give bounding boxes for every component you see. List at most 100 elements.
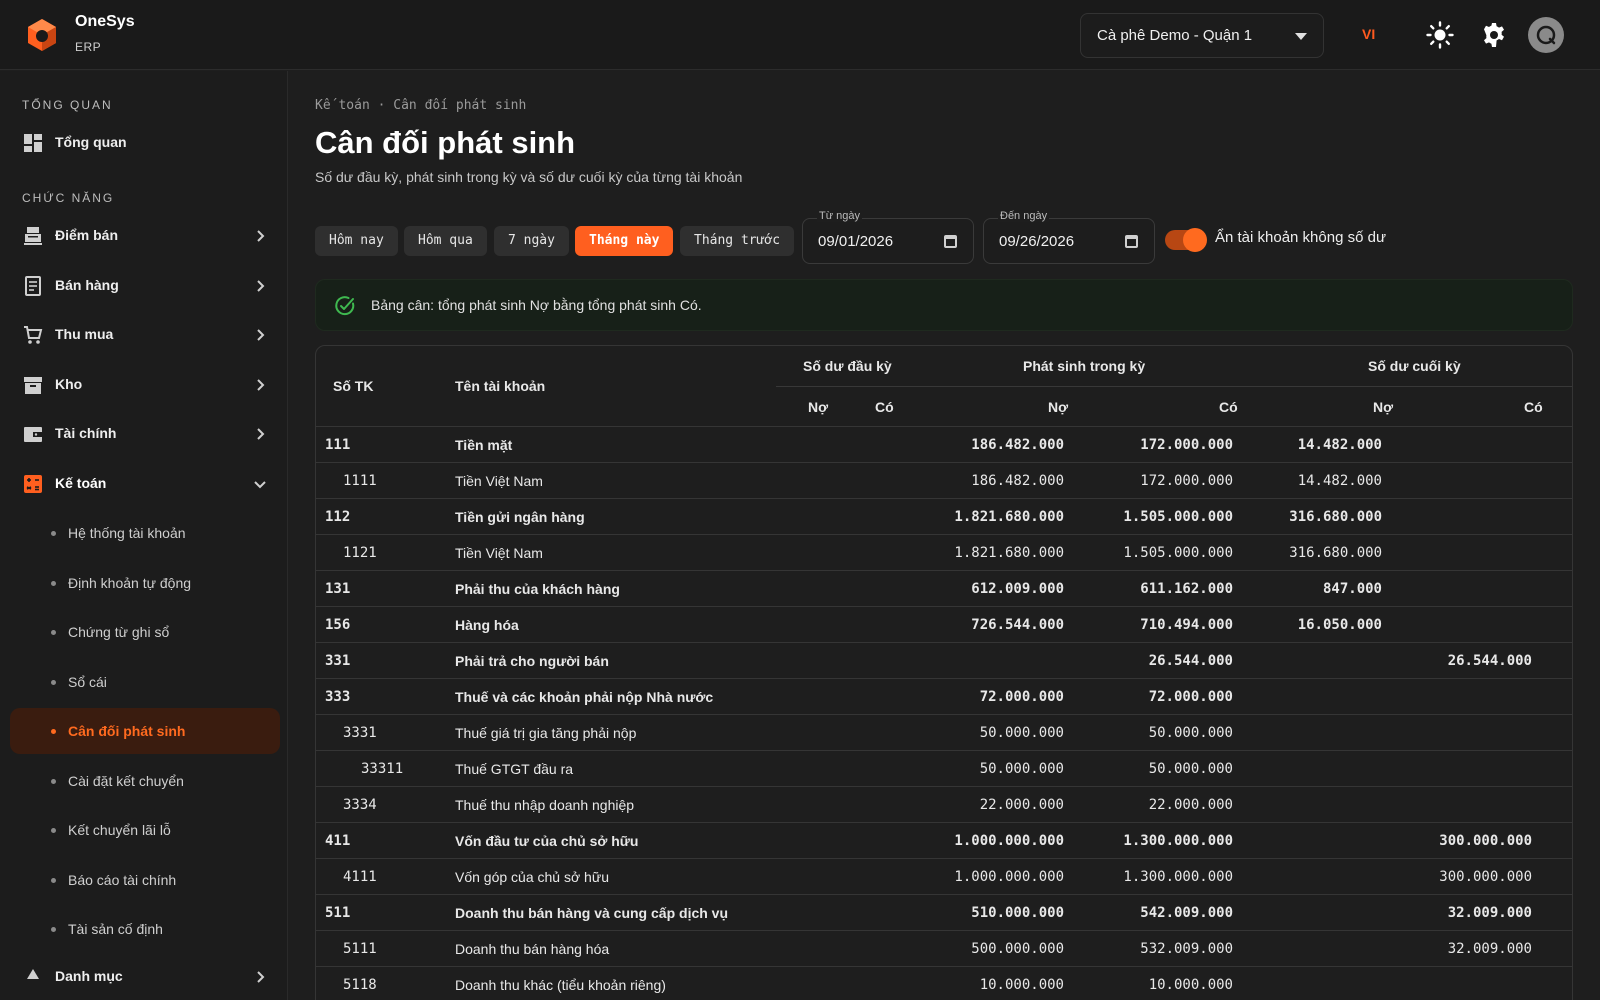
sidebar-subitem-vouchers[interactable]: Chứng từ ghi sổ [10, 609, 280, 655]
sidebar-subitem-label: Định khoản tự động [68, 575, 192, 591]
cell-account-name: Thuế giá trị gia tăng phải nộp [455, 725, 637, 741]
sidebar-item-purchasing[interactable]: Thu mua [10, 313, 280, 357]
cell-cc: 300.000.000 [1439, 833, 1532, 849]
sidebar-subitem-fixed-assets[interactable]: Tài sản cố định [10, 906, 280, 952]
table-row[interactable]: 5118 Doanh thu khác (tiểu khoản riêng) 10.… [316, 966, 1572, 1000]
calendar-icon[interactable] [944, 235, 957, 248]
pos-icon [24, 227, 42, 245]
cell-pc: 172.000.000 [1140, 437, 1233, 453]
cell-pd: 500.000.000 [971, 941, 1064, 957]
table-row[interactable]: 3331 Thuế giá trị gia tăng phải nộp 50.000… [316, 714, 1572, 750]
cell-cd: 316.680.000 [1289, 545, 1382, 561]
cell-pd: 1.000.000.000 [954, 833, 1064, 849]
sidebar-item-label: Tổng quan [55, 134, 127, 150]
sidebar-subitem-label: Cài đặt kết chuyển [68, 773, 184, 789]
table-row[interactable]: 411 Vốn đầu tư của chủ sở hữu 1.000.000.00… [316, 822, 1572, 858]
bullet-icon [51, 680, 56, 685]
sidebar-subitem-chart-of-accounts[interactable]: Hệ thống tài khoản [10, 510, 280, 556]
sidebar-section-functions: CHỨC NĂNG [22, 191, 115, 205]
col-header-opening: Số dư đầu kỳ [803, 358, 892, 374]
language-switch[interactable]: VI [1362, 26, 1375, 42]
sidebar-item-sales[interactable]: Bán hàng [10, 264, 280, 308]
cell-pd: 1.821.680.000 [954, 509, 1064, 525]
filter-chip-7-days[interactable]: 7 ngày [494, 226, 569, 256]
col-header-account-no: Số TK [333, 378, 374, 394]
sidebar-subitem-label: Kết chuyển lãi lỗ [68, 822, 171, 838]
table-row[interactable]: 112 Tiền gửi ngân hàng 1.821.680.000 1.505.… [316, 498, 1572, 534]
col-header-period: Phát sinh trong kỳ [1023, 358, 1146, 374]
cell-account-no: 1121 [343, 545, 377, 561]
from-date-label: Từ ngày [817, 210, 862, 222]
cell-account-name: Doanh thu bán hàng hóa [455, 941, 610, 957]
cell-account-name: Thuế và các khoản phải nộp Nhà nước [455, 689, 714, 705]
filter-chip-last-month[interactable]: Tháng trước [680, 226, 795, 256]
table-row[interactable]: 33311 Thuế GTGT đầu ra 50.000.000 50.000.00… [316, 750, 1572, 786]
table-row[interactable]: 156 Hàng hóa 726.544.000 710.494.000 16.050.… [316, 606, 1572, 642]
main-content: Kế toán · Cân đối phát sinh Cân đối phát… [289, 71, 1600, 1000]
col-header-opening-credit: Có [875, 399, 894, 415]
col-header-period-debit: Nợ [1048, 399, 1069, 415]
filter-chip-this-month[interactable]: Tháng này [575, 226, 674, 256]
sidebar-subitem-closing-settings[interactable]: Cài đặt kết chuyển [10, 758, 280, 804]
table-row[interactable]: 1111 Tiền Việt Nam 186.482.000 172.000.000 1… [316, 462, 1572, 498]
cell-account-name: Vốn góp của chủ sở hữu [455, 869, 609, 885]
sidebar-item-label: Điểm bán [55, 227, 119, 243]
hide-zero-accounts-toggle[interactable] [1165, 228, 1207, 252]
bullet-icon [51, 581, 56, 586]
sidebar-item-overview[interactable]: Tổng quan [10, 121, 280, 165]
calendar-icon[interactable] [1125, 235, 1138, 248]
sidebar-item-pos[interactable]: Điểm bán [10, 214, 280, 258]
table-row[interactable]: 511 Doanh thu bán hàng và cung cấp dịch v… [316, 894, 1572, 930]
cell-cc: 26.544.000 [1447, 653, 1532, 669]
receipt-icon [25, 276, 41, 296]
cell-account-no: 511 [325, 905, 351, 921]
table-row[interactable]: 1121 Tiền Việt Nam 1.821.680.000 1.505.000.… [316, 534, 1572, 570]
table-row[interactable]: 131 Phải thu của khách hàng 612.009.000 611… [316, 570, 1572, 606]
cell-cd: 847.000 [1322, 581, 1382, 597]
cell-pc: 10.000.000 [1148, 977, 1233, 993]
table-row[interactable]: 5111 Doanh thu bán hàng hóa 500.000.000 532… [316, 930, 1572, 966]
sidebar-item-accounting[interactable]: Kế toán [10, 462, 280, 506]
cell-pc: 50.000.000 [1148, 725, 1233, 741]
cart-icon [24, 326, 43, 344]
cell-account-name: Phải thu của khách hàng [455, 581, 620, 597]
cell-pd: 1.821.680.000 [954, 545, 1064, 561]
table-row[interactable]: 333 Thuế và các khoản phải nộp Nhà nước 72… [316, 678, 1572, 714]
sidebar-item-catalog[interactable]: Danh mục [10, 955, 280, 999]
to-date-field[interactable]: Đến ngày 09/26/2026 [983, 210, 1155, 264]
table-row[interactable]: 331 Phải trả cho người bán 26.544.000 26.54… [316, 642, 1572, 678]
gear-icon[interactable] [1480, 21, 1508, 49]
filter-chip-today[interactable]: Hôm nay [315, 226, 398, 256]
cell-pd: 726.544.000 [971, 617, 1064, 633]
balance-alert: Bảng cân: tổng phát sinh Nợ bằng tổng ph… [315, 279, 1573, 331]
sidebar-subitem-profit-loss-closing[interactable]: Kết chuyển lãi lỗ [10, 807, 280, 853]
to-date-label: Đến ngày [998, 210, 1050, 222]
from-date-field[interactable]: Từ ngày 09/01/2026 [802, 210, 974, 264]
cell-account-name: Doanh thu bán hàng và cung cấp dịch vụ [455, 905, 729, 921]
cell-account-no: 3331 [343, 725, 377, 741]
store-select[interactable]: Cà phê Demo - Quận 1 [1080, 13, 1324, 58]
cell-pc: 1.505.000.000 [1123, 545, 1233, 561]
category-icon [27, 969, 39, 979]
avatar[interactable] [1528, 17, 1564, 53]
table-row[interactable]: 4111 Vốn góp của chủ sở hữu 1.000.000.000 1… [316, 858, 1572, 894]
chevron-down-icon [254, 481, 266, 489]
sidebar-subitem-financial-reports[interactable]: Báo cáo tài chính [10, 857, 280, 903]
logo-icon[interactable] [24, 17, 60, 53]
cell-pc: 72.000.000 [1148, 689, 1233, 705]
toggle-knob [1183, 228, 1207, 252]
sidebar-subitem-ledger[interactable]: Sổ cái [10, 659, 280, 705]
sidebar-item-warehouse[interactable]: Kho [10, 363, 280, 407]
cell-pd: 612.009.000 [971, 581, 1064, 597]
table-row[interactable]: 3334 Thuế thu nhập doanh nghiệp 22.000.000… [316, 786, 1572, 822]
cell-pd: 50.000.000 [979, 725, 1064, 741]
filter-chip-yesterday[interactable]: Hôm qua [404, 226, 487, 256]
sidebar: TỔNG QUAN Tổng quan CHỨC NĂNG Điểm bán B… [0, 71, 288, 1000]
sun-icon[interactable] [1426, 21, 1454, 49]
sidebar-item-finance[interactable]: Tài chính [10, 412, 280, 456]
cell-pd: 10.000.000 [979, 977, 1064, 993]
sidebar-subitem-auto-entries[interactable]: Định khoản tự động [10, 560, 280, 606]
sidebar-subitem-trial-balance[interactable]: Cân đối phát sinh [10, 708, 280, 754]
cell-pc: 710.494.000 [1140, 617, 1233, 633]
table-row[interactable]: 111 Tiền mặt 186.482.000 172.000.000 14.482.… [316, 426, 1572, 462]
